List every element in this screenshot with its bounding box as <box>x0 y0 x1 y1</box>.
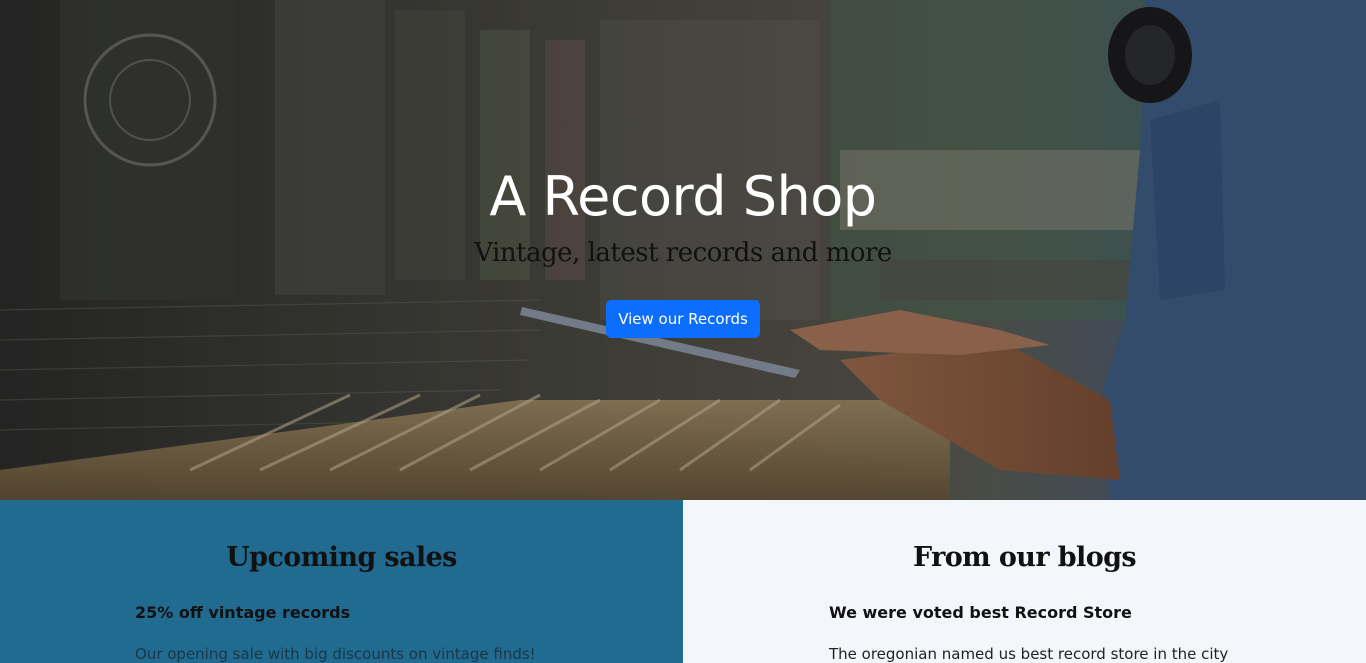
sale-item-title: 25% off vintage records <box>135 603 351 622</box>
blog-item-title: We were voted best Record Store <box>829 603 1132 622</box>
info-panels: Upcoming sales 25% off vintage records O… <box>0 500 1366 663</box>
hero-title: A Record Shop <box>489 165 877 228</box>
view-records-button[interactable]: View our Records <box>606 300 760 338</box>
sale-item-text: Our opening sale with big discounts on v… <box>135 645 536 663</box>
hero-section: A Record Shop Vintage, latest records an… <box>0 0 1366 500</box>
blogs-heading: From our blogs <box>913 542 1137 573</box>
blog-item-text: The oregonian named us best record store… <box>829 645 1229 663</box>
upcoming-sales-panel: Upcoming sales 25% off vintage records O… <box>0 500 683 663</box>
hero-content: A Record Shop Vintage, latest records an… <box>0 166 1366 338</box>
upcoming-sales-heading: Upcoming sales <box>226 542 457 573</box>
hero-subtitle: Vintage, latest records and more <box>474 238 892 268</box>
blogs-panel: From our blogs We were voted best Record… <box>683 500 1366 663</box>
